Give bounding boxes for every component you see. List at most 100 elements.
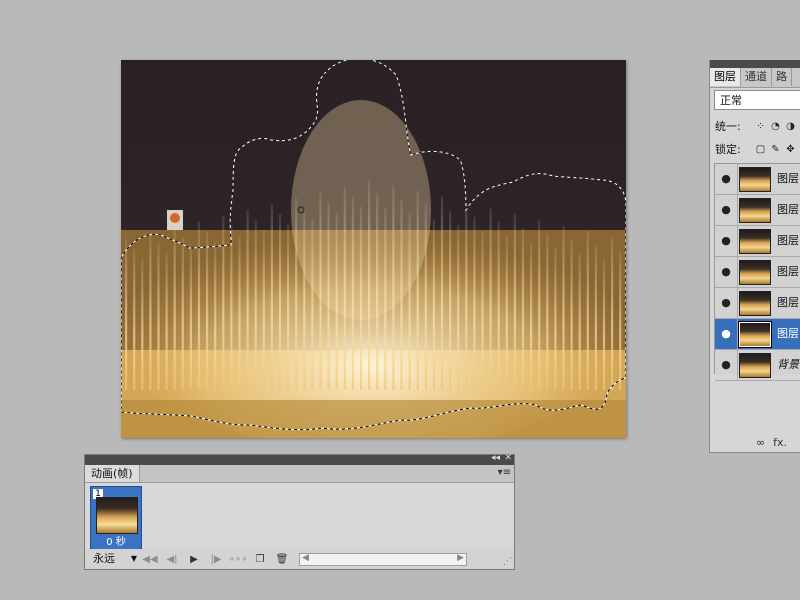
water-jet (440, 196, 444, 390)
frames-scrollbar[interactable]: ◀ ▶ (299, 552, 467, 566)
water-jet (125, 239, 128, 390)
layer-row-1[interactable]: ● 图层 (715, 164, 800, 195)
layer-name: 图层 (777, 234, 799, 247)
chevron-down-icon: ▼ (130, 554, 137, 563)
layer-row-3[interactable]: ● 图层 (715, 226, 800, 257)
play-icon[interactable]: ▶ (183, 554, 205, 565)
water-jet (538, 220, 541, 390)
fx-icon[interactable]: fx. (773, 436, 787, 449)
visibility-eye-icon[interactable]: ● (715, 195, 738, 225)
tab-animation-frames[interactable]: 动画(帧) (85, 465, 140, 482)
scroll-right-icon[interactable]: ▶ (457, 553, 464, 563)
layers-panel-footer: ∞ fx. (710, 432, 800, 452)
visibility-eye-icon[interactable]: ● (715, 257, 738, 287)
previous-frame-icon[interactable]: ◀| (161, 554, 183, 565)
lock-label: 锁定: (715, 143, 741, 156)
tab-paths[interactable]: 路 (772, 68, 792, 86)
layer-name: 图层 (777, 172, 799, 185)
next-frame-icon[interactable]: |▶ (205, 554, 227, 565)
water-jet (359, 206, 363, 390)
water-jet (165, 253, 168, 390)
duplicate-frame-icon[interactable]: ❐ (249, 554, 271, 565)
frame-area: 1 0 秒 (85, 483, 514, 550)
layer-thumbnail (739, 229, 771, 254)
unify-position-icon[interactable]: ⁘ (755, 121, 766, 132)
water-jet (262, 229, 265, 390)
collapse-panel-icon[interactable]: ◂◂ (491, 453, 500, 463)
visibility-eye-icon[interactable]: ● (715, 226, 738, 256)
water-jet (327, 202, 330, 390)
frame-thumbnail (96, 497, 138, 534)
layers-panel-titlebar[interactable] (710, 60, 800, 68)
water-jet (141, 259, 144, 390)
water-jet (570, 239, 573, 390)
water-jet (546, 234, 549, 390)
water-jet (505, 236, 508, 390)
unify-style-icon[interactable]: ◑ (785, 121, 796, 132)
water-jet (449, 210, 452, 390)
water-jet (214, 241, 217, 390)
water-jet (181, 237, 184, 390)
visibility-eye-icon[interactable]: ● (715, 164, 738, 194)
link-icon[interactable]: ∞ (756, 436, 765, 449)
close-panel-icon[interactable]: ✕ (504, 453, 512, 463)
visibility-eye-icon[interactable]: ● (715, 319, 738, 349)
animation-controls: 永远 ▼ ◀◀ ◀| ▶ |▶ ∘∘∘ ❐ 🗑 ◀ ▶ (85, 549, 514, 569)
water-jet (619, 251, 622, 390)
water-jet (157, 243, 160, 390)
water-jet (489, 208, 492, 390)
first-frame-icon[interactable]: ◀◀ (139, 554, 161, 565)
water-jet (376, 193, 379, 390)
water-jet (335, 212, 338, 390)
water-jet (254, 219, 257, 390)
water-jet (278, 214, 282, 390)
animation-panel-titlebar[interactable]: ◂◂ ✕ (85, 453, 514, 465)
layer-name: 图层 (777, 327, 799, 340)
water-jet (497, 222, 500, 390)
water-jet (133, 249, 136, 390)
water-jet (424, 204, 427, 390)
layer-name: 图层 (777, 203, 799, 216)
water-jet (206, 231, 209, 390)
scroll-left-icon[interactable]: ◀ (302, 553, 309, 563)
tab-layers[interactable]: 图层 (710, 68, 741, 86)
animation-panel: ◂◂ ✕ 动画(帧) ▾≡ 1 0 秒 永远 ▼ ◀◀ ◀| ▶ |▶ ∘∘∘ … (84, 453, 515, 570)
layer-thumbnail (739, 353, 771, 378)
delete-frame-trash-icon[interactable]: 🗑 (271, 554, 293, 565)
water-jet (368, 180, 371, 390)
loop-option-label: 永远 (93, 552, 115, 565)
unify-visibility-icon[interactable]: ◔ (770, 121, 781, 132)
resize-grip-icon[interactable]: ⋰ (503, 557, 512, 567)
unify-label: 统一: (715, 120, 741, 133)
layer-row-2[interactable]: ● 图层 (715, 195, 800, 226)
blend-mode-select[interactable]: 正常 (714, 90, 800, 110)
layer-row-4[interactable]: ● 图层 (715, 257, 800, 288)
frame-delay-select[interactable]: 0 秒 (91, 533, 141, 548)
animation-frame-1[interactable]: 1 0 秒 (90, 486, 142, 550)
tween-icon[interactable]: ∘∘∘ (227, 554, 249, 565)
layers-panel: 图层 通道 路 正常 统一: ⁘ ◔ ◑ 锁定: ▢ ✎ ✥ ● 图层 ● 图层… (709, 60, 800, 453)
visibility-eye-icon[interactable]: ● (715, 350, 738, 380)
water-jet (400, 199, 403, 390)
layer-row-6-selected[interactable]: ● 图层 (715, 319, 800, 350)
water-jet (416, 190, 419, 390)
panel-menu-icon[interactable]: ▾≡ (498, 467, 511, 478)
tab-channels[interactable]: 通道 (741, 68, 772, 86)
water-jet (530, 242, 533, 390)
water-jet (295, 198, 298, 390)
water-jet (408, 213, 411, 390)
lock-transparency-icon[interactable]: ▢ (755, 144, 766, 155)
water-jet (481, 230, 484, 390)
lock-pixels-brush-icon[interactable]: ✎ (770, 144, 781, 155)
water-jet (586, 231, 589, 390)
lock-position-move-icon[interactable]: ✥ (785, 144, 796, 155)
layer-row-5[interactable]: ● 图层 (715, 288, 800, 319)
water-jet (554, 247, 557, 390)
visibility-eye-icon[interactable]: ● (715, 288, 738, 318)
water-jet (149, 233, 152, 390)
loop-options-select[interactable]: 永远 ▼ (85, 551, 139, 567)
layer-row-background[interactable]: ● 背景 (715, 350, 800, 381)
water-jet (197, 221, 201, 390)
document-canvas[interactable] (121, 60, 626, 438)
layer-list: ● 图层 ● 图层 ● 图层 ● 图层 ● 图层 ● 图层 ● 背景 (714, 163, 800, 381)
